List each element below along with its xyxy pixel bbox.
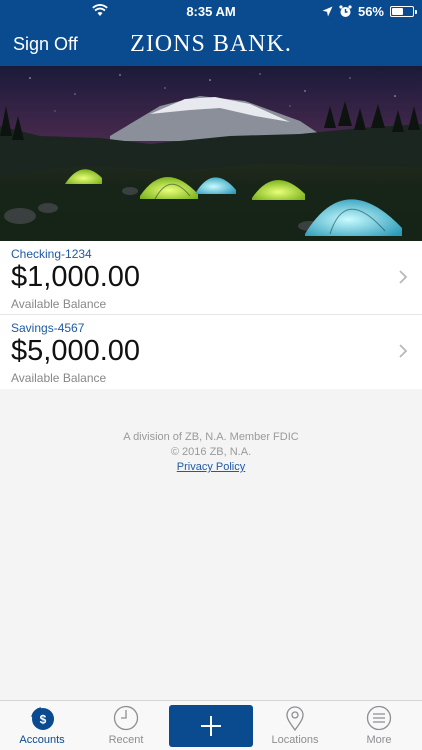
balance-label: Available Balance (11, 371, 107, 385)
accounts-dollar-icon: $ (31, 707, 54, 730)
location-arrow-icon (322, 6, 333, 16)
camping-scene-illustration (0, 66, 422, 241)
tab-locations[interactable]: Locations (253, 701, 337, 750)
tab-more[interactable]: More (337, 701, 421, 750)
privacy-policy-link[interactable]: Privacy Policy (177, 461, 245, 473)
brand-logo: ZIONS BANK. (130, 31, 292, 57)
tab-label: Recent (108, 734, 144, 746)
location-pin-icon (286, 706, 304, 731)
app-header: 8:35 AM 56% Sign Off ZIONS BANK. (0, 0, 422, 66)
status-right: 56% (322, 3, 417, 19)
tab-label: Accounts (19, 734, 65, 746)
plus-icon (201, 716, 221, 736)
account-row-savings[interactable]: Savings-4567 $5,000.00 Available Balance (0, 315, 422, 389)
fdic-disclaimer: A division of ZB, N.A. Member FDIC (123, 431, 299, 443)
tab-bar: $ Accounts Recent Locations More (0, 700, 422, 750)
tab-label: Locations (271, 734, 319, 746)
legal-footer: A division of ZB, N.A. Member FDIC © 201… (0, 430, 422, 475)
account-name: Checking-1234 (11, 247, 92, 261)
battery-percent: 56% (357, 3, 384, 19)
tab-accounts[interactable]: $ Accounts (0, 701, 84, 750)
account-balance: $1,000.00 (11, 261, 141, 293)
account-row-checking[interactable]: Checking-1234 $1,000.00 Available Balanc… (0, 241, 422, 315)
account-balance: $5,000.00 (11, 335, 141, 367)
copyright-text: © 2016 ZB, N.A. (170, 446, 252, 458)
clock-icon (113, 705, 139, 731)
chevron-right-icon (399, 270, 408, 284)
nav-bar: Sign Off ZIONS BANK. (0, 22, 422, 66)
hero-image (0, 66, 422, 241)
status-bar: 8:35 AM 56% (0, 0, 422, 22)
menu-icon (366, 705, 392, 731)
chevron-right-icon (399, 344, 408, 358)
svg-text:$: $ (40, 713, 47, 727)
battery-icon (390, 5, 417, 17)
battery-fill (392, 7, 404, 15)
account-name: Savings-4567 (11, 321, 85, 335)
accounts-list: Checking-1234 $1,000.00 Available Balanc… (0, 241, 422, 389)
tab-recent[interactable]: Recent (84, 701, 168, 750)
tab-label: More (366, 734, 392, 746)
alarm-clock-icon (339, 4, 352, 17)
add-action-button[interactable] (169, 705, 253, 747)
balance-label: Available Balance (11, 297, 107, 311)
